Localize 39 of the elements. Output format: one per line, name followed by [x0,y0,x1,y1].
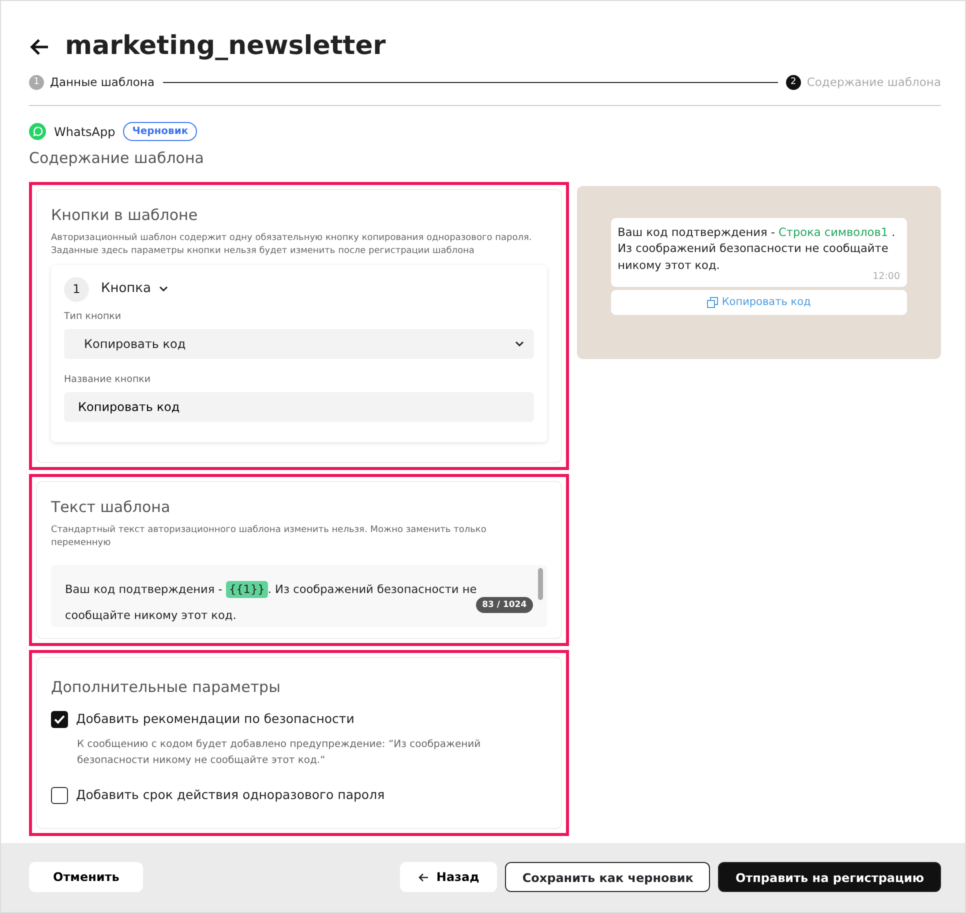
channel-name: WhatsApp [54,124,116,141]
submit-button[interactable]: Отправить на регистрацию [718,862,941,892]
button-title[interactable]: Кнопка [101,279,152,299]
section-heading: Содержание шаблона [29,148,205,170]
field-label: Название кнопки [64,372,152,387]
type-select[interactable]: Копировать код [64,328,534,359]
step-label: Данные шаблона [50,74,154,92]
checkmark-icon [54,715,65,724]
cancel-button[interactable]: Отменить [29,862,144,892]
field-label: Тип кнопки [64,310,122,324]
checkbox[interactable] [51,711,68,728]
card-title: Кнопки в шаблоне [51,204,199,226]
save-draft-button[interactable]: Сохранить как черновик [505,862,710,892]
back-button[interactable]: Назад [400,862,498,892]
copy-icon [706,296,718,308]
preview-message: Ваш код подтверждения - Строка символов1 . Из соображений безопасности не сообщайте никому этот код. [618,224,896,272]
card-title: Дополнительные параметры [51,676,282,698]
checkbox[interactable] [51,787,68,804]
character-counter: 83 / 1024 [476,596,533,613]
message-text-field[interactable]: Ваш код подтверждения - {{1}} . Из соображений безопасности не сообщайте никому этот код. 83 / 1024 [51,564,547,627]
scrollbar [538,568,543,600]
button-number: 1 [64,276,89,302]
chevron-icon[interactable] [159,286,168,292]
button-name-field[interactable]: Копировать код [64,392,534,422]
whatsapp-icon [29,123,46,140]
checkbox-label: Добавить рекомендации по безопасности [76,710,354,728]
card-title: Текст шаблона [51,496,172,518]
step-number[interactable]: 2 [786,75,801,90]
checkbox-label: Добавить срок действия одноразового пароля [76,786,385,804]
page-title: marketing_newsletter [65,31,386,62]
message-time: 12:00 [872,272,900,282]
step-label: Содержание шаблона [806,74,941,92]
card-description: Стандартный текст авторизационного шаблона изменить нельзя. Можно заменить только переменную [51,524,488,549]
option-hint: К сообщению с кодом будет добавлено предупреждение: “Из соображений безопасности никому не сообщайте этот код.“ [77,738,482,768]
back-arrow-icon[interactable] [29,38,49,56]
back-arrow-icon [418,872,428,882]
card-description: Авторизационный шаблон содержит одну обязательную кнопку копирования одноразового пароля. Заданные здесь параметры кнопки нельзя будет изменить после регистрации шаблона [51,232,533,257]
status-badge: Черновик [123,122,198,142]
chevron-icon [514,340,524,347]
